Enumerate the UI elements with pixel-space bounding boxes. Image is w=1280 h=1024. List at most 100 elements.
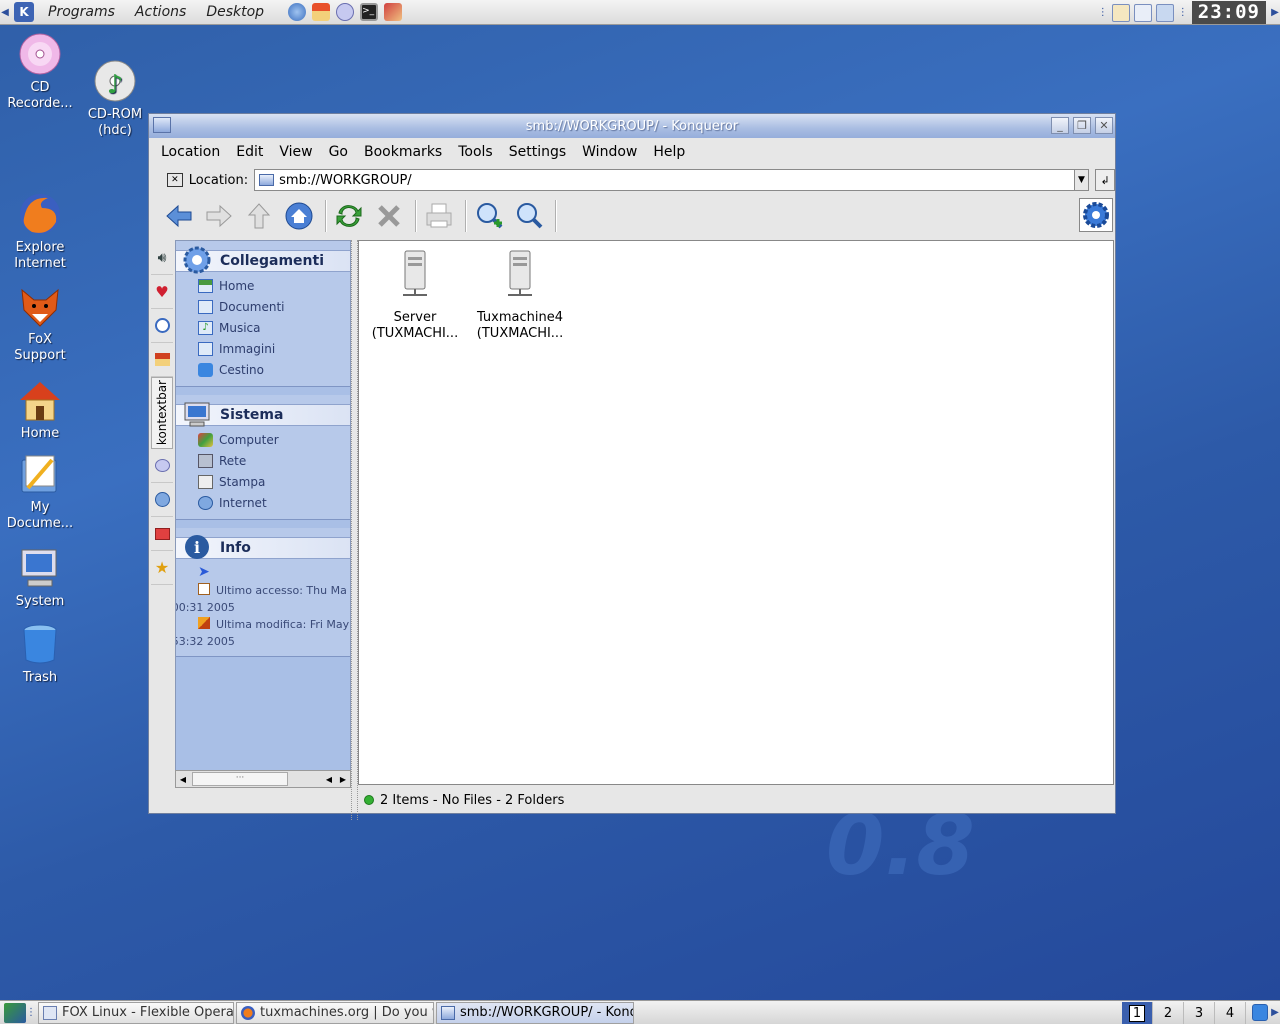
sidebar-tab-chat[interactable] [151,449,173,483]
menu-location[interactable]: Location [153,144,228,160]
display-icon[interactable] [1133,3,1152,22]
sidebar-tab-media[interactable]: 🔊︎ [151,241,173,275]
speaker-icon: 🔊︎ [157,249,167,266]
desktop-4[interactable]: 4 [1215,1002,1246,1024]
settings-launcher-icon[interactable] [384,3,403,21]
minimize-button[interactable]: _ [1051,117,1069,134]
scroll-left2-icon[interactable]: ◀ [322,771,336,787]
scroll-left-icon[interactable]: ◀ [176,771,190,787]
chat-launcher-icon[interactable] [336,3,355,21]
window-titlebar[interactable]: smb://WORKGROUP/ - Konqueror _ ❐ ✕ [149,114,1115,138]
scrollbar-thumb[interactable]: ··· [192,772,288,786]
taskbar-hide-right-icon[interactable]: ▶ [1270,1007,1280,1018]
klipper-icon[interactable] [1111,3,1130,22]
desktop-3[interactable]: 3 [1184,1002,1215,1024]
sidebar-link-home[interactable]: Home [176,275,350,296]
go-button[interactable]: ↲ [1095,169,1115,191]
cd-rom-icon: ♪ [93,59,137,103]
actions-menu[interactable]: Actions [125,4,196,20]
sidebar-link-computer[interactable]: Computer [176,429,350,450]
menu-settings[interactable]: Settings [501,144,574,160]
location-input[interactable]: smb://WORKGROUP/ [254,169,1075,191]
menu-tools[interactable]: Tools [450,144,501,160]
panel-hide-left-icon[interactable]: ◀ [0,7,10,18]
k-menu-button[interactable]: K [14,2,34,22]
network-launcher-icon[interactable] [288,3,307,21]
menu-go[interactable]: Go [321,144,356,160]
show-desktop-icon[interactable] [4,1002,26,1023]
home-launcher-icon[interactable] [312,3,331,21]
desktop-icon-cd-rom[interactable]: ♪ CD-ROM (hdc) [75,59,155,139]
taskbar-handle-icon[interactable]: ⋮ [26,1007,36,1018]
zoom-in-button[interactable] [471,198,507,234]
menu-window[interactable]: Window [574,144,645,160]
tray-handle2-icon[interactable]: ⋮ [1178,7,1188,18]
sidebar-link-label: Internet [219,495,267,510]
sidebar-tab-home[interactable] [151,343,173,377]
sidebar-tab-kontextbar[interactable]: kontextbar [151,377,173,449]
trash-applet-icon[interactable] [1252,1004,1268,1021]
sidebar-link-musica[interactable]: ♪ Musica [176,317,350,338]
programs-menu[interactable]: Programs [38,4,125,20]
sidebar-tab-favorites[interactable]: ★ [151,551,173,585]
desktop-icon-trash[interactable]: Trash [0,622,80,686]
server-icon [508,250,532,296]
throbber[interactable] [1079,198,1113,232]
sidebar-tab-history[interactable] [151,309,173,343]
sidebar-link-internet[interactable]: Internet [176,492,350,513]
sidebar-tab-folders[interactable] [151,517,173,551]
stop-button[interactable] [371,198,407,234]
location-dropdown-button[interactable]: ▼ [1073,169,1090,191]
server-icon [403,250,427,296]
zoom-out-button[interactable] [511,198,547,234]
print-button[interactable] [421,198,457,234]
desktop-2[interactable]: 2 [1153,1002,1184,1024]
sidebar-splitter[interactable] [351,240,358,820]
sidebar-tab-network[interactable] [151,483,173,517]
task-tuxmachines[interactable]: tuxmachines.org | Do you wa [236,1001,434,1024]
desktop-1[interactable]: 1 [1122,1002,1153,1024]
tray-handle-icon[interactable]: ⋮ [1098,7,1108,18]
forward-button[interactable] [201,198,237,234]
terminal-launcher-icon[interactable]: >_ [360,3,379,21]
desktop-icon-label: System [15,594,65,609]
desktop-icon-system[interactable]: System [0,546,80,610]
menu-edit[interactable]: Edit [228,144,271,160]
task-fox-linux[interactable]: FOX Linux - Flexible Operatir [38,1001,234,1024]
sidebar-tab-bookmarks[interactable]: ♥ [151,275,173,309]
network-status-icon[interactable] [1155,3,1174,22]
desktop-icon-explore-internet[interactable]: Explore Internet [0,192,80,272]
maximize-button[interactable]: ❐ [1073,117,1091,134]
desktop-icon-my-documents[interactable]: My Docume... [0,452,80,532]
menu-bookmarks[interactable]: Bookmarks [356,144,450,160]
clear-location-icon[interactable]: ✕ [167,173,183,187]
sidebar-link-immagini[interactable]: Immagini [176,338,350,359]
back-button[interactable] [161,198,197,234]
reload-button[interactable] [331,198,367,234]
desktop-icon-home[interactable]: Home [0,378,80,442]
scroll-right-icon[interactable]: ▶ [336,771,350,787]
desktop-icon-fox-support[interactable]: FoX Support [0,284,80,364]
file-item-server[interactable]: Server (TUXMACHI... [365,249,465,342]
sidebar-link-documenti[interactable]: Documenti [176,296,350,317]
close-button[interactable]: ✕ [1095,117,1113,134]
play-arrow-icon[interactable]: ➤ [176,562,350,582]
kontextbar-panel: Collegamenti Home Documenti ♪ Musica Imma… [175,240,351,788]
sidebar-link-cestino[interactable]: Cestino [176,359,350,380]
task-konqueror[interactable]: smb://WORKGROUP/ - Kond [436,1001,634,1024]
desktop-menu[interactable]: Desktop [196,4,274,20]
home-button[interactable] [281,198,317,234]
panel-hide-right-icon[interactable]: ▶ [1270,7,1280,18]
file-item-tuxmachine4[interactable]: Tuxmachine4 (TUXMACHI... [470,249,570,342]
clock[interactable]: 23:09 [1191,1,1266,24]
menu-help[interactable]: Help [645,144,693,160]
up-button[interactable] [241,198,277,234]
file-view[interactable]: Server (TUXMACHI... Tuxmachine4 (TUXMACH… [358,240,1114,785]
sidebar-link-stampa[interactable]: Stampa [176,471,350,492]
sidebar-link-rete[interactable]: Rete [176,450,350,471]
sidebar-horizontal-scrollbar[interactable]: ◀ ··· ◀ ▶ [175,770,351,788]
pencil-icon [198,617,210,629]
reload-icon [336,205,362,227]
menu-view[interactable]: View [271,144,320,160]
desktop-icon-cd-recorder[interactable]: CD Recorde... [0,32,80,112]
